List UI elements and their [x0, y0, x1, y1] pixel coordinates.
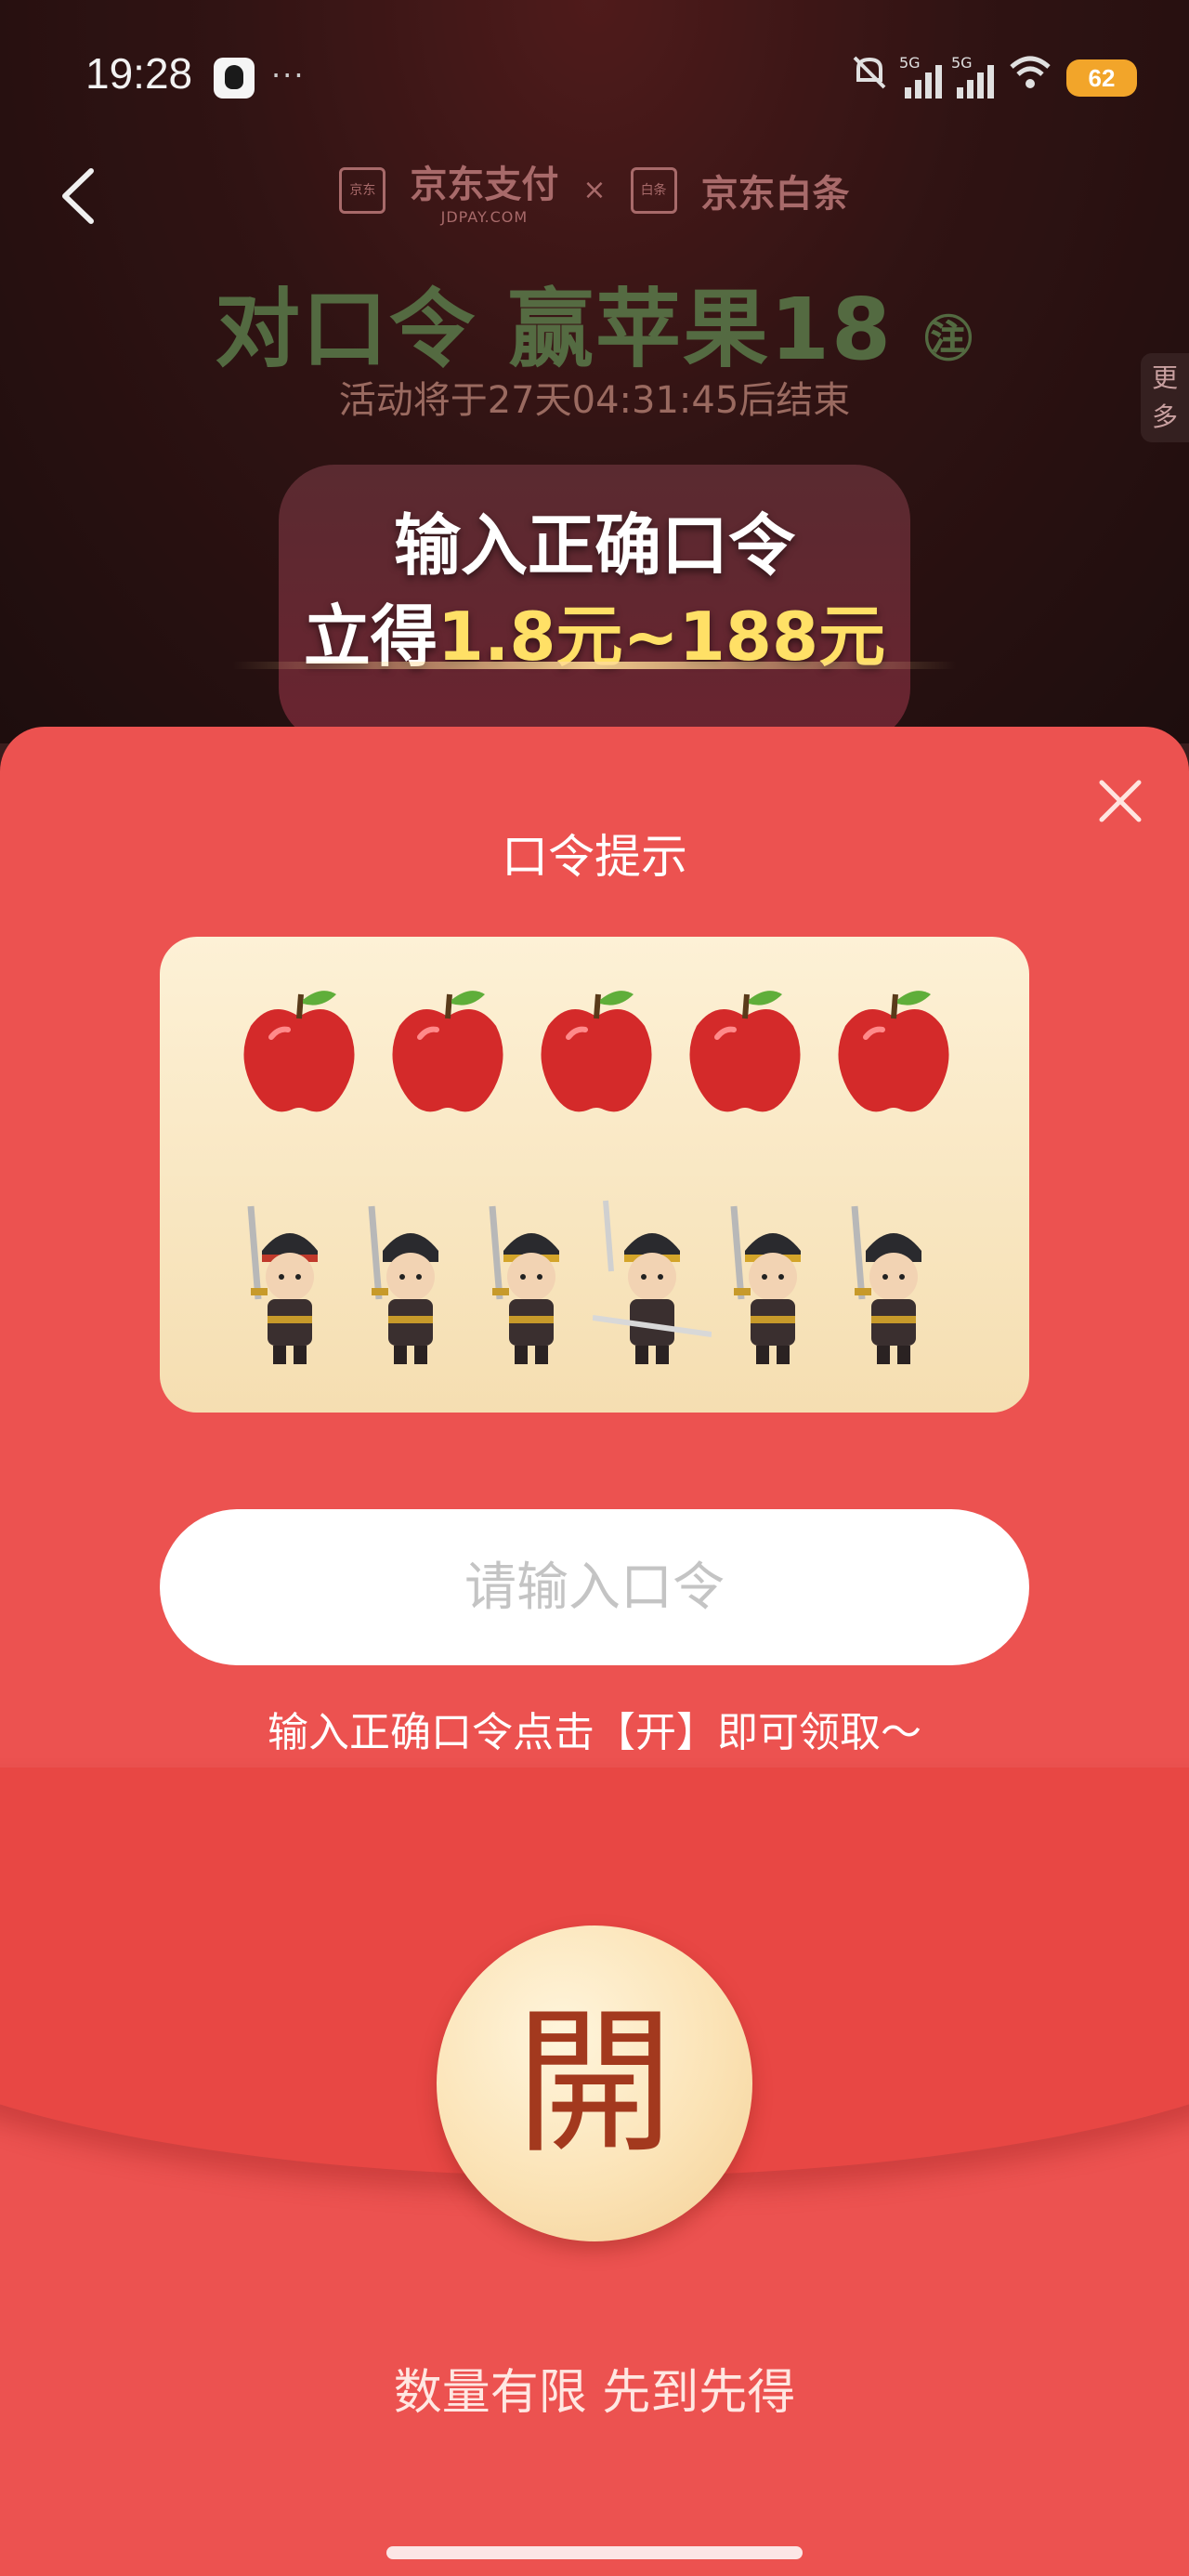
- warrior-icon: [730, 1205, 801, 1364]
- page: 19:28 ··· 5G 5G 62 京东 京东支付 JDPAY.COM × 白…: [0, 0, 1189, 2576]
- status-icons: 5G 5G 62: [849, 52, 1137, 103]
- apple-row: [234, 981, 959, 1121]
- warrior-icon: [593, 1200, 712, 1364]
- jdpay-brand: 京东支付 JDPAY.COM: [410, 164, 559, 226]
- jdpay-logo-icon: 京东: [339, 166, 386, 214]
- apple-icon: [689, 991, 801, 1112]
- hint-card: [160, 937, 1029, 1413]
- apple-icon: [243, 991, 355, 1112]
- brand-row: 京东 京东支付 JDPAY.COM × 白条 京东白条: [0, 154, 1189, 226]
- battery-indicator: 62: [1066, 59, 1137, 97]
- promo-glow: [232, 662, 957, 669]
- campaign-title: 对口令 赢苹果18 ㊟: [214, 280, 975, 379]
- status-time: 19:28: [85, 49, 193, 98]
- instruction-text: 输入正确口令点击【开】即可领取～: [268, 1709, 921, 1756]
- sheet-title: 口令提示: [502, 830, 687, 884]
- qq-notification-icon: [214, 58, 255, 99]
- promo-line1: 输入正确口令: [393, 506, 795, 585]
- open-button[interactable]: 開: [437, 1925, 752, 2241]
- apple-icon: [838, 991, 949, 1112]
- more-tab[interactable]: 更多: [1141, 353, 1189, 442]
- countdown-text: 活动将于27天04:31:45后结束: [338, 379, 851, 422]
- warrior-icon: [368, 1205, 438, 1364]
- mute-icon: [849, 52, 890, 103]
- title-badge: ㊟: [924, 312, 975, 369]
- apple-icon: [392, 991, 503, 1112]
- password-input[interactable]: [160, 1509, 1029, 1665]
- status-bar: 19:28 ··· 5G 5G 62: [0, 0, 1189, 158]
- brand-separator: ×: [582, 174, 607, 206]
- home-indicator[interactable]: [386, 2546, 803, 2559]
- warrior-icon: [247, 1205, 318, 1364]
- more-notifications-icon: ···: [271, 58, 306, 93]
- jdbaitiao-logo-icon: 白条: [630, 166, 677, 214]
- apple-icon: [541, 991, 652, 1112]
- password-sheet: 口令提示 请输入口令 输入正确口令点击【开】即可领取～ 開 数量有限 先到先得: [0, 727, 1189, 2576]
- warrior-row: [230, 1197, 953, 1373]
- limited-quantity-text: 数量有限 先到先得: [393, 2365, 796, 2421]
- signal-icon-2: 5G: [951, 54, 994, 99]
- signal-icon-1: 5G: [899, 54, 942, 99]
- wifi-icon: [1009, 54, 1052, 101]
- warrior-icon: [489, 1205, 559, 1364]
- jdbaitiao-brand: 京东白条: [700, 172, 850, 216]
- warrior-icon: [851, 1205, 921, 1364]
